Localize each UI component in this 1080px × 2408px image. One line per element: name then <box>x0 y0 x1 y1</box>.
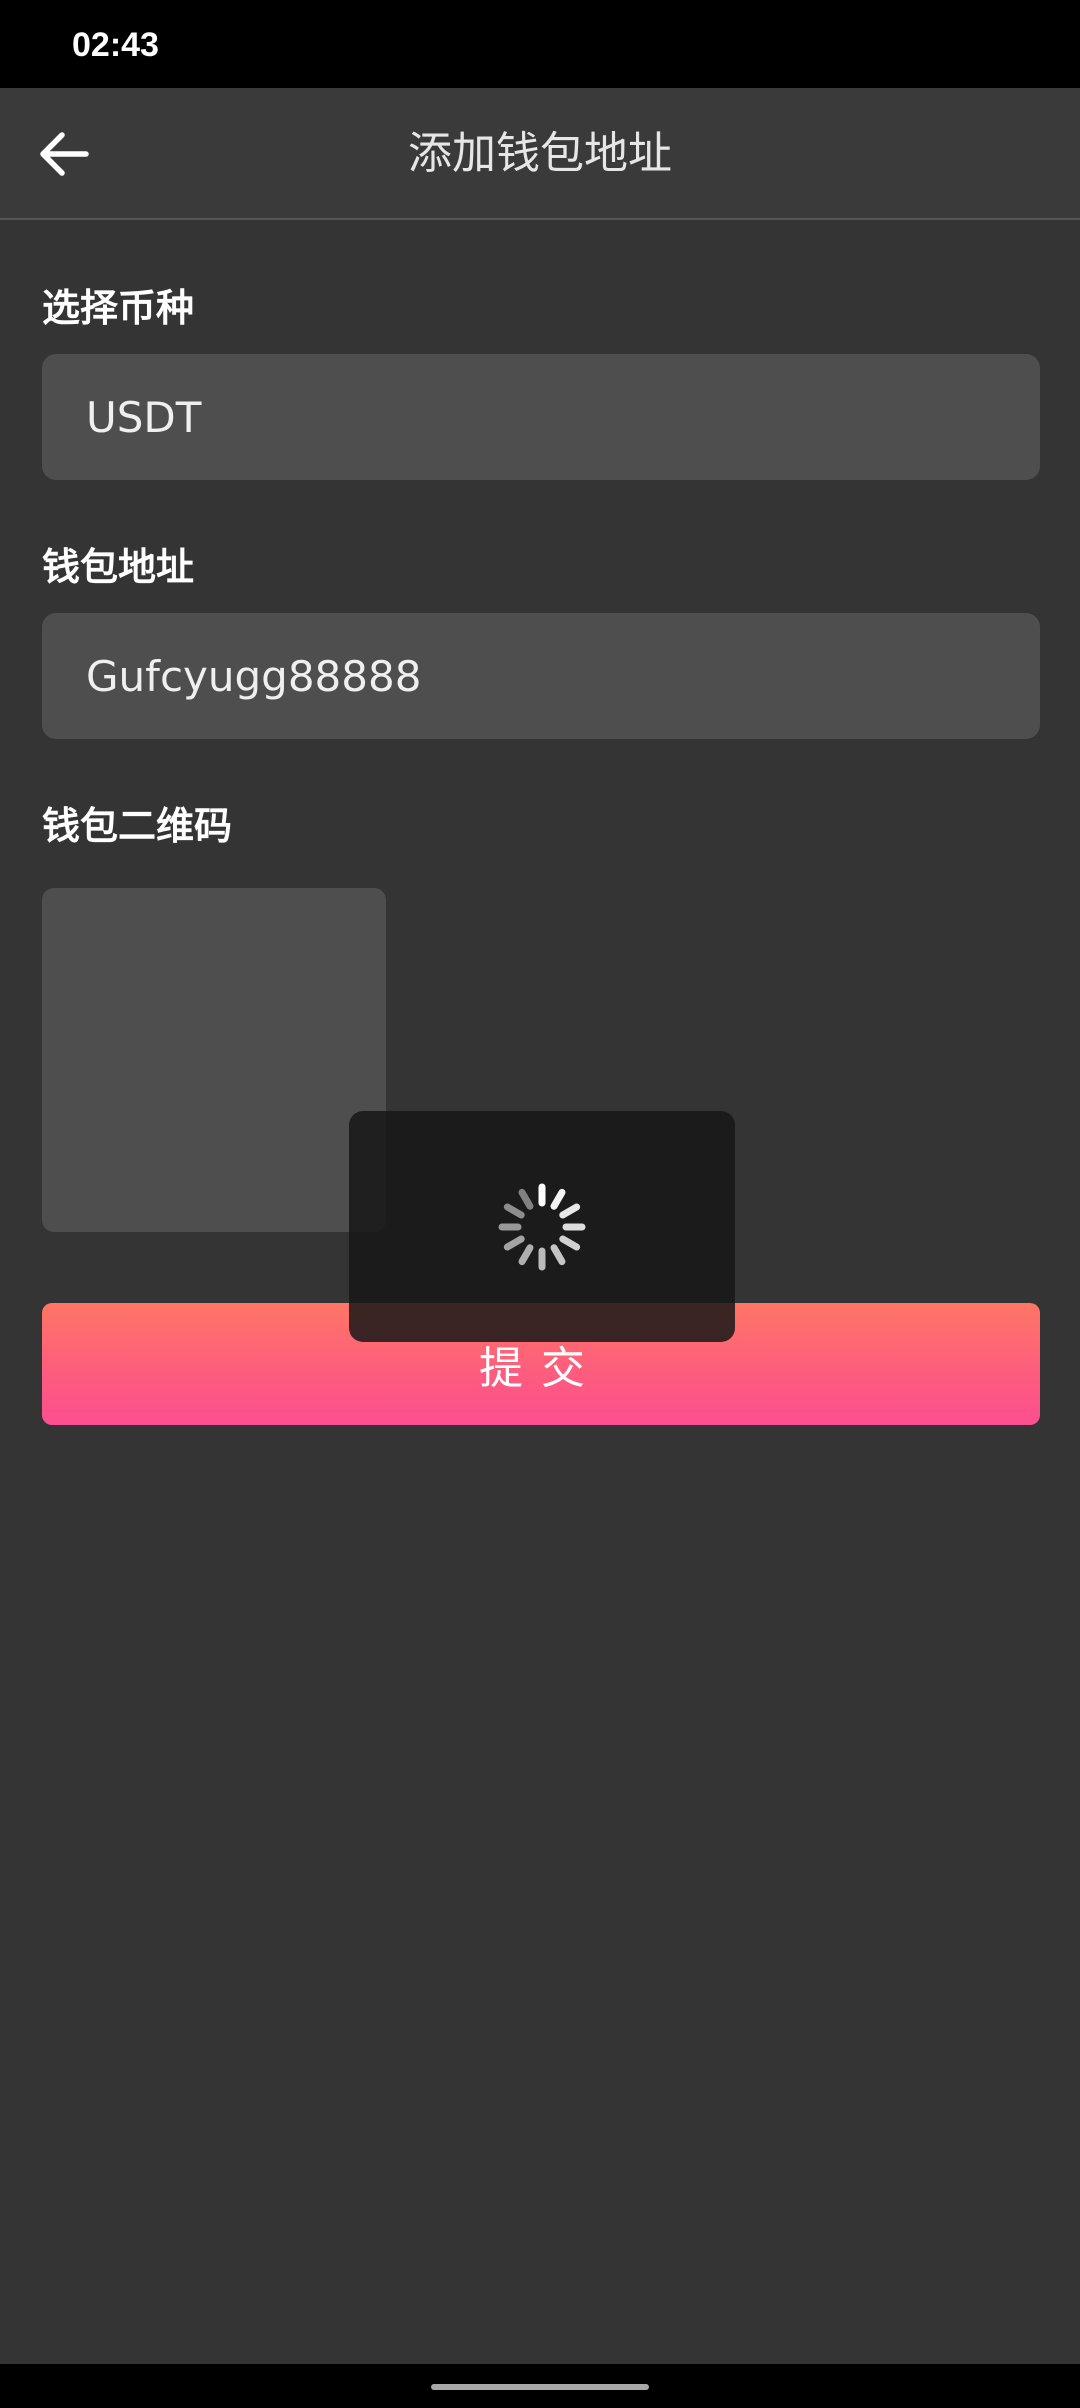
spinner-icon <box>498 1183 586 1270</box>
back-button[interactable] <box>26 116 102 192</box>
wallet-address-label: 钱包地址 <box>42 545 195 589</box>
wallet-address-value: Gufcyugg88888 <box>86 651 422 701</box>
currency-value: USDT <box>86 392 202 442</box>
app-bar: 添加钱包地址 <box>0 88 1080 220</box>
currency-label: 选择币种 <box>42 286 195 330</box>
status-time: 02:43 <box>72 26 159 64</box>
system-nav-bar <box>0 2364 1080 2408</box>
qr-upload-box[interactable] <box>42 888 386 1232</box>
wallet-qr-label: 钱包二维码 <box>42 804 233 848</box>
status-bar: 02:43 <box>0 0 1080 88</box>
loading-overlay <box>349 1111 735 1342</box>
arrow-left-icon <box>40 132 89 176</box>
home-indicator[interactable] <box>431 2384 649 2390</box>
page-title: 添加钱包地址 <box>408 128 672 179</box>
currency-select[interactable]: USDT <box>42 354 1040 480</box>
wallet-address-input[interactable]: Gufcyugg88888 <box>42 613 1040 739</box>
